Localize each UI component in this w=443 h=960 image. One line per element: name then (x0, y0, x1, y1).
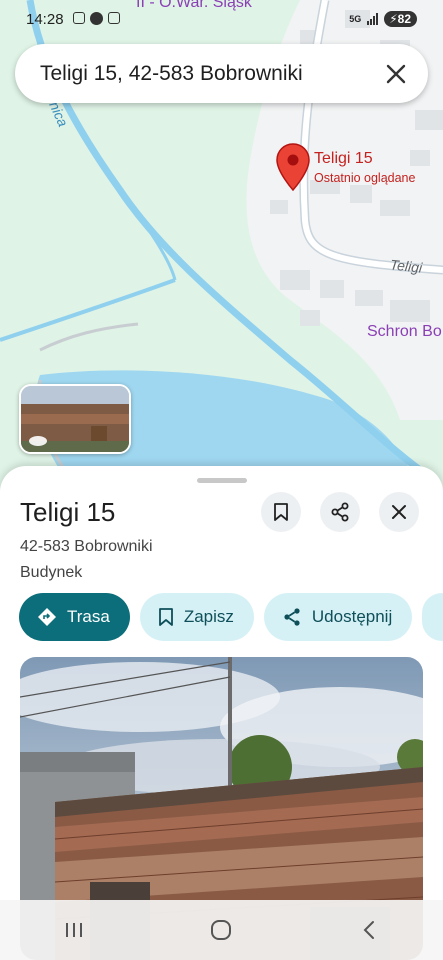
save-icon-button[interactable] (261, 492, 301, 532)
network-type: 5G (349, 14, 362, 24)
place-sheet[interactable]: Teligi 15 42-583 Bobrowniki Budynek Tras… (0, 466, 443, 960)
battery-indicator: ⚡82 (384, 11, 417, 27)
search-bar[interactable]: Teligi 15, 42-583 Bobrowniki (15, 44, 428, 103)
poi-label[interactable]: Schron Bo (367, 323, 442, 341)
place-category: Budynek (20, 564, 83, 581)
recent-apps-icon (65, 923, 82, 937)
directions-icon (38, 608, 56, 626)
signal-icon (367, 13, 379, 25)
share-button[interactable]: Udostępnij (263, 593, 413, 641)
bookmark-icon (158, 608, 173, 626)
back-icon (363, 921, 375, 939)
system-icons: 5G ⚡82 (349, 11, 417, 27)
recent-apps-button[interactable] (54, 910, 94, 950)
close-icon (392, 505, 406, 519)
screenshot-icon (73, 12, 85, 24)
close-icon[interactable] (376, 54, 416, 94)
place-address: 42-583 Bobrowniki (20, 538, 153, 555)
notification-icons (73, 12, 120, 25)
more-actions-chip[interactable] (422, 593, 443, 641)
share-icon-button[interactable] (320, 492, 360, 532)
place-title: Teligi 15 (20, 497, 116, 527)
status-time: 14:28 (26, 11, 64, 28)
battery-level: 82 (397, 12, 411, 26)
status-bar: 14:28 5G ⚡82 (0, 0, 443, 40)
home-button[interactable] (201, 910, 241, 950)
bookmark-icon (274, 503, 288, 521)
pin-title[interactable]: Teligi 15 (314, 150, 373, 168)
pin-subtitle: Ostatnio oglądane (314, 171, 416, 185)
message-icon (108, 12, 120, 24)
road-label: Teligi (389, 256, 423, 276)
street-view-icon (29, 436, 47, 446)
share-icon (284, 608, 300, 626)
directions-label: Trasa (67, 607, 110, 626)
search-query[interactable]: Teligi 15, 42-583 Bobrowniki (40, 62, 376, 86)
share-icon (331, 502, 349, 522)
share-label: Udostępnij (311, 607, 393, 626)
directions-button[interactable]: Trasa (19, 593, 130, 641)
close-sheet-button[interactable] (379, 492, 419, 532)
back-button[interactable] (349, 910, 389, 950)
street-view-thumbnail[interactable] (19, 384, 131, 454)
action-chips: Trasa Zapisz Udostępnij (19, 593, 443, 641)
system-navigation-bar (0, 900, 443, 960)
save-button[interactable]: Zapisz (139, 593, 254, 641)
home-icon (211, 920, 232, 940)
sheet-drag-handle[interactable] (197, 478, 247, 483)
save-label: Zapisz (183, 607, 234, 626)
navigation-icon (90, 12, 103, 25)
